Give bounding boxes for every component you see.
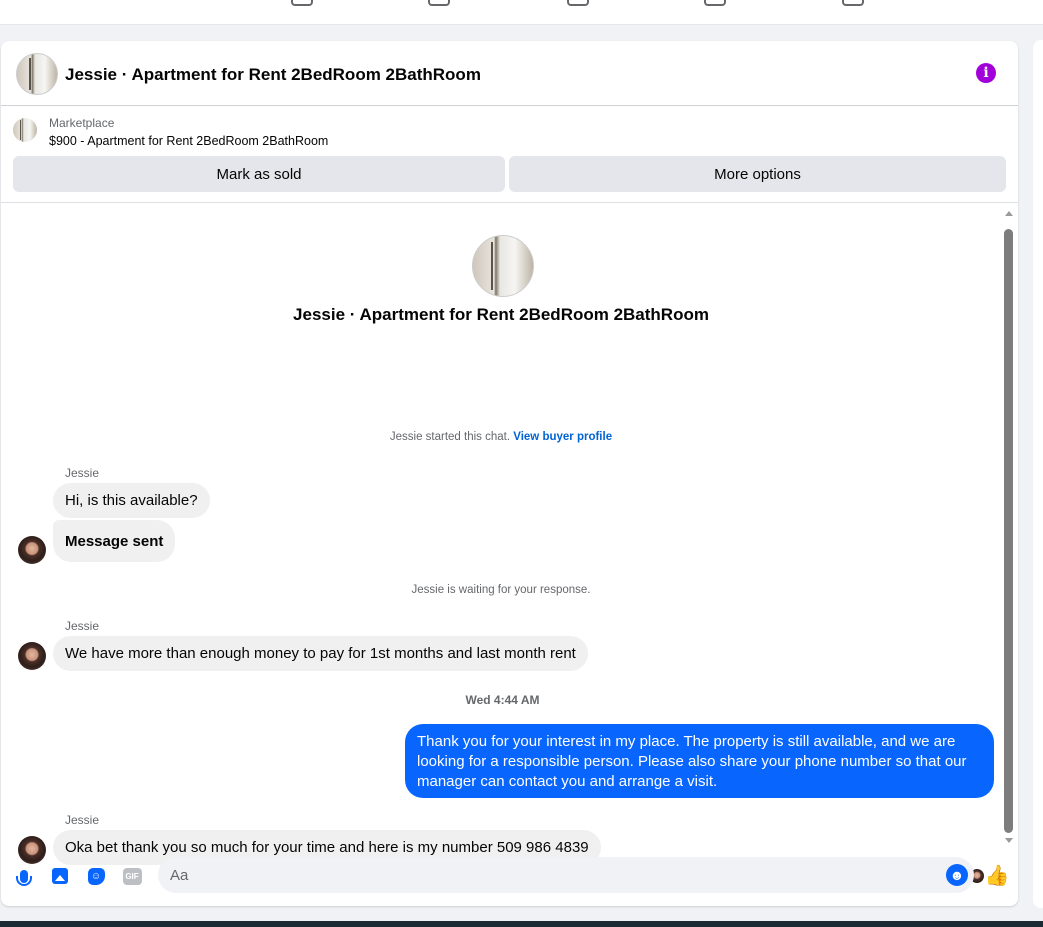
like-icon[interactable]: 👍: [985, 864, 1010, 887]
view-buyer-profile-link[interactable]: View buyer profile: [513, 431, 612, 443]
marketplace-nav-icon[interactable]: [291, 0, 313, 6]
info-icon[interactable]: i: [976, 63, 996, 83]
message-sent-bubble[interactable]: Message sent: [53, 520, 176, 562]
conversation-header: Jessie · Apartment for Rent 2BedRoom 2Ba…: [1, 41, 1018, 106]
message-input[interactable]: Aa ☻: [158, 857, 974, 893]
video-nav-icon[interactable]: [567, 0, 589, 6]
sender-name: Jessie: [65, 619, 100, 633]
chat-started-text: Jessie started this chat.: [389, 431, 511, 443]
photo-icon[interactable]: [50, 866, 70, 886]
scrollbar-thumb[interactable]: [1004, 229, 1013, 833]
message-thread: Jessie · Apartment for Rent 2BedRoom 2Ba…: [1, 203, 1018, 883]
listing-thumbnail[interactable]: [13, 118, 37, 142]
message-scrollbar[interactable]: [1002, 211, 1016, 843]
thread-intro-title: Jessie · Apartment for Rent 2BedRoom 2Ba…: [293, 305, 709, 324]
incoming-message[interactable]: We have more than enough money to pay fo…: [53, 636, 588, 671]
outgoing-message[interactable]: Thank you for your interest in my place.…: [405, 724, 994, 798]
mark-as-sold-button[interactable]: Mark as sold: [13, 156, 505, 192]
sender-name: Jessie: [65, 813, 100, 827]
top-navigation-bar: [0, 0, 1043, 25]
right-side-panel: [1033, 40, 1043, 908]
more-options-button[interactable]: More options: [509, 156, 1006, 192]
sender-name: Jessie: [65, 466, 100, 480]
home-nav-icon[interactable]: [704, 0, 726, 6]
marketplace-listing-panel: Marketplace $900 - Apartment for Rent 2B…: [1, 106, 1018, 203]
gaming-nav-icon[interactable]: [842, 0, 864, 6]
people-nav-icon[interactable]: [428, 0, 450, 6]
chat-started-notice: Jessie started this chat. View buyer pro…: [1, 431, 1001, 443]
message-input-placeholder: Aa: [170, 867, 189, 884]
thread-intro-avatar[interactable]: [472, 235, 534, 297]
message-timestamp: Wed 4:44 AM: [465, 693, 540, 707]
microphone-icon[interactable]: [14, 866, 34, 886]
incoming-message[interactable]: Hi, is this available?: [53, 483, 210, 518]
marketplace-label: Marketplace: [49, 116, 115, 130]
conversation-card: Jessie · Apartment for Rent 2BedRoom 2Ba…: [1, 41, 1018, 906]
sticker-icon[interactable]: ☺: [86, 866, 106, 886]
listing-price-title[interactable]: $900 - Apartment for Rent 2BedRoom 2Bath…: [49, 134, 328, 148]
bottom-dark-strip: [0, 921, 1043, 927]
scroll-up-arrow-icon[interactable]: [1005, 211, 1013, 216]
conversation-title[interactable]: Jessie · Apartment for Rent 2BedRoom 2Ba…: [65, 65, 481, 85]
message-composer: ☺ GIF Aa ☻ 👍: [1, 853, 1018, 906]
emoji-icon[interactable]: ☻: [946, 864, 968, 886]
scroll-down-arrow-icon[interactable]: [1005, 838, 1013, 843]
sender-avatar[interactable]: [18, 642, 46, 670]
listing-avatar[interactable]: [16, 53, 58, 95]
waiting-notice: Jessie is waiting for your response.: [411, 584, 591, 596]
sender-avatar[interactable]: [18, 536, 46, 564]
gif-icon[interactable]: GIF: [122, 866, 142, 886]
